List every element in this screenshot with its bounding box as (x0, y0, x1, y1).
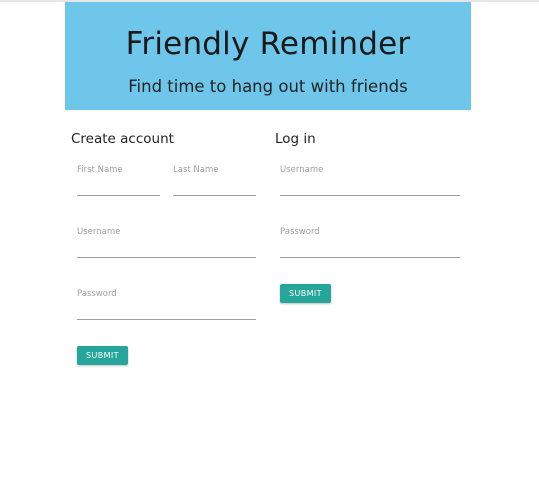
page-subtitle: Find time to hang out with friends (128, 77, 408, 96)
signup-password-field: Password (77, 289, 256, 325)
signup-password-label: Password (77, 289, 117, 299)
login-password-label: Password (280, 227, 320, 237)
login-username-field: Username (280, 165, 460, 201)
first-name-field: First Name (77, 165, 160, 201)
login-title: Log in (275, 131, 316, 147)
login-password-field: Password (280, 227, 460, 263)
page-title: Friendly Reminder (125, 26, 411, 62)
login-submit-button[interactable]: SUBMIT (280, 284, 331, 303)
login-username-input[interactable] (280, 177, 460, 196)
last-name-field: Last Name (173, 165, 256, 201)
header-banner: Friendly Reminder Find time to hang out … (65, 2, 471, 110)
first-name-label: First Name (77, 165, 123, 175)
last-name-label: Last Name (173, 165, 219, 175)
last-name-input[interactable] (173, 177, 256, 196)
signup-username-label: Username (77, 227, 121, 237)
signup-password-input[interactable] (77, 301, 256, 320)
signup-username-input[interactable] (77, 239, 256, 258)
create-account-submit-button[interactable]: SUBMIT (77, 346, 128, 365)
signup-username-field: Username (77, 227, 256, 263)
login-username-label: Username (280, 165, 324, 175)
first-name-input[interactable] (77, 177, 160, 196)
create-account-title: Create account (71, 131, 174, 147)
login-password-input[interactable] (280, 239, 460, 258)
